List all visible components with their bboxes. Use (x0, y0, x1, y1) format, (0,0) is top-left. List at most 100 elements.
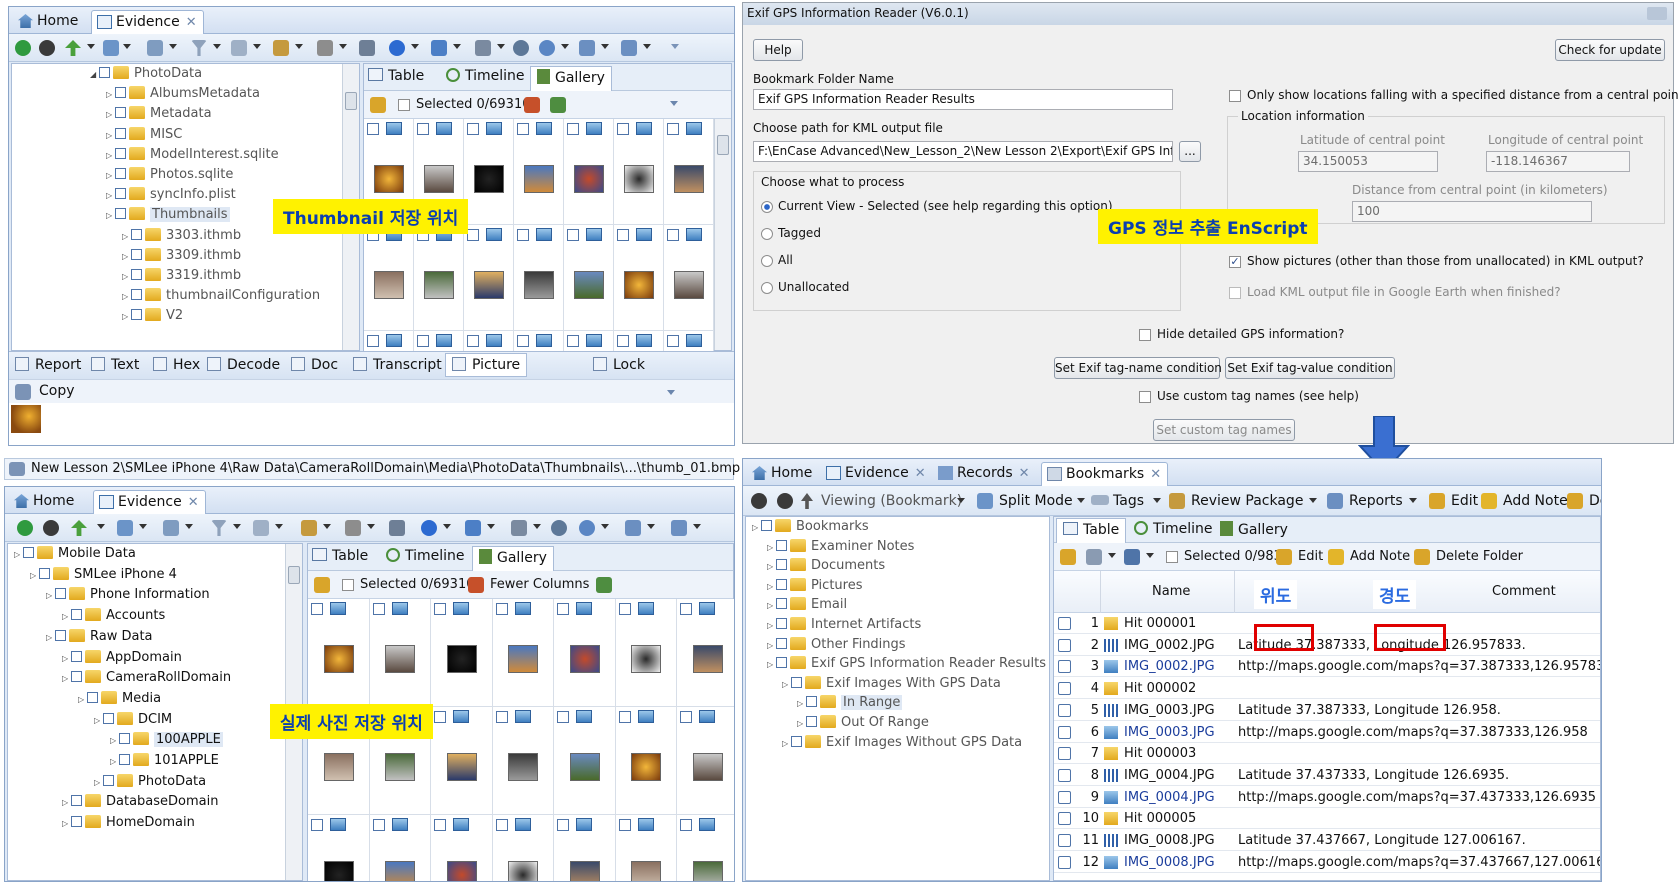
thumbnail-cell[interactable] (492, 599, 554, 707)
node-checkbox[interactable] (776, 637, 787, 649)
dropdown-arrow[interactable] (443, 524, 451, 529)
up-icon[interactable] (65, 40, 81, 56)
tree-node[interactable]: ▷ Bookmarks (752, 517, 869, 537)
tree-node[interactable]: ◢ PhotoData (90, 64, 202, 84)
thumbnail-cell[interactable] (369, 599, 431, 707)
back-icon[interactable] (17, 520, 33, 536)
collapse-icon[interactable]: ▷ (782, 734, 791, 754)
node-checkbox[interactable] (115, 87, 126, 99)
load-kml-checkbox[interactable] (1229, 287, 1241, 299)
select-all-checkbox[interactable] (342, 579, 354, 591)
tree-node[interactable]: ▷ PhotoData (94, 772, 206, 792)
export-icon[interactable] (359, 40, 375, 56)
node-checkbox[interactable] (115, 208, 126, 220)
puzzle-icon[interactable] (579, 40, 595, 56)
thumbnail-checkbox[interactable] (467, 123, 479, 135)
tree-node[interactable]: ▷ Out Of Range (797, 713, 929, 733)
split-icon[interactable] (117, 520, 133, 536)
thumbnail-cell[interactable] (564, 119, 614, 225)
thumbnail-checkbox[interactable] (495, 603, 508, 615)
thumbnail-checkbox[interactable] (467, 229, 479, 241)
thumbnail-cell[interactable] (615, 815, 677, 881)
add-note-icon[interactable] (1328, 549, 1344, 565)
thumbnail-cell[interactable] (564, 225, 614, 331)
collapse-icon[interactable]: ▷ (78, 690, 87, 710)
node-checkbox[interactable] (115, 188, 126, 200)
list-icon[interactable] (163, 520, 179, 536)
tree-node[interactable]: ▷ Other Findings (767, 635, 906, 655)
dropdown-arrow[interactable] (693, 524, 701, 529)
globe-icon[interactable] (579, 520, 595, 536)
browse-button[interactable]: ... (1179, 141, 1201, 162)
up-icon[interactable] (801, 493, 813, 509)
node-checkbox[interactable] (23, 547, 34, 558)
thumbnail-checkbox[interactable] (517, 123, 529, 135)
node-checkbox[interactable] (776, 618, 787, 629)
set-tag-value-button[interactable]: Set Exif tag-value condition (1225, 357, 1395, 379)
forward-icon[interactable] (39, 40, 55, 56)
tree-node[interactable]: ▷ thumbnailConfiguration (122, 286, 320, 306)
tree-node[interactable]: ▷ 101APPLE (110, 751, 219, 771)
tab-timeline[interactable]: Timeline (446, 68, 525, 84)
thumbnail-checkbox[interactable] (557, 711, 569, 723)
thumbnail-cell[interactable] (492, 815, 554, 881)
table-row[interactable]: 8 IMG_0004.JPG Latitude 37.437333, Longitu… (1054, 765, 1600, 786)
package-icon[interactable] (1169, 493, 1185, 509)
node-checkbox[interactable] (103, 712, 114, 724)
tree-node[interactable]: ▷ Thumbnails (106, 205, 230, 225)
tree-node[interactable]: ▷ ModelInterest.sqlite (106, 145, 279, 165)
thumbnail-checkbox[interactable] (367, 123, 379, 135)
back-icon[interactable] (751, 493, 767, 509)
reports-icon[interactable] (1327, 493, 1343, 509)
table-row[interactable]: 12 IMG_0008.JPG http://maps.google.com/map… (1054, 852, 1600, 873)
table-row[interactable]: 3 IMG_0002.JPG http://maps.google.com/maps… (1054, 656, 1600, 678)
close-icon[interactable]: ✕ (1150, 467, 1161, 482)
thumbnail-cell[interactable] (664, 331, 714, 352)
export-icon[interactable] (389, 520, 405, 536)
tree-node[interactable]: ▷ Media (78, 689, 161, 709)
collapse-icon[interactable]: ▷ (62, 669, 71, 689)
thumbnail-checkbox[interactable] (557, 603, 569, 615)
collapse-icon[interactable]: ▷ (110, 752, 119, 772)
filter-icon[interactable] (211, 520, 227, 536)
thumbnail-cell[interactable] (492, 707, 554, 815)
tree-node[interactable]: ▷ CameraRollDomain (62, 668, 231, 688)
add-note-button[interactable]: Add Note (1503, 493, 1568, 509)
fewer-columns-button[interactable]: Fewer Columns (490, 577, 589, 592)
thumbnail-checkbox[interactable] (618, 711, 631, 723)
tab-timeline[interactable]: Timeline (386, 548, 465, 564)
tree-node[interactable]: ▷ Metadata (106, 104, 212, 124)
report-icon[interactable] (671, 520, 687, 536)
node-checkbox[interactable] (776, 539, 787, 551)
tab-home[interactable]: Home (13, 10, 84, 34)
dropdown-arrow[interactable] (453, 44, 461, 49)
tab-timeline[interactable]: Timeline (1134, 521, 1213, 537)
tree-node[interactable]: ▷ Exif GPS Information Reader Results (767, 654, 1046, 674)
collapse-icon[interactable]: ▷ (767, 596, 776, 616)
tab-table[interactable]: Table (368, 68, 424, 84)
tree-node[interactable]: ▷ SMLee iPhone 4 (30, 565, 177, 585)
row-checkbox[interactable] (1058, 834, 1071, 847)
thumbnail-cell[interactable] (615, 599, 677, 707)
forward-icon[interactable] (43, 520, 59, 536)
table-row[interactable]: 6 IMG_0003.JPG http://maps.google.com/maps… (1054, 722, 1600, 743)
tools-icon[interactable] (317, 40, 333, 56)
thumbnail-cell[interactable] (514, 331, 564, 352)
thumbnail-cell[interactable] (614, 225, 664, 331)
add-note-icon[interactable] (1481, 493, 1497, 509)
chart-icon[interactable] (550, 97, 566, 113)
forward-icon[interactable] (777, 493, 793, 509)
help-button[interactable]: Help (753, 39, 803, 61)
thumbnail-checkbox[interactable] (667, 335, 679, 347)
edit-icon[interactable] (1276, 549, 1292, 565)
dropdown-arrow[interactable] (139, 524, 147, 529)
thumbnail-checkbox[interactable] (417, 335, 429, 347)
expand-icon[interactable]: ◢ (90, 65, 99, 85)
columns-icon[interactable] (524, 97, 540, 113)
scroll-thumb[interactable] (345, 92, 357, 110)
collapse-icon[interactable]: ▷ (106, 166, 115, 186)
node-checkbox[interactable] (115, 168, 126, 179)
columns-icon[interactable] (1086, 549, 1102, 565)
tree-node[interactable]: ▷ 3303.ithmb (122, 226, 241, 246)
thumbnail-checkbox[interactable] (495, 819, 508, 831)
